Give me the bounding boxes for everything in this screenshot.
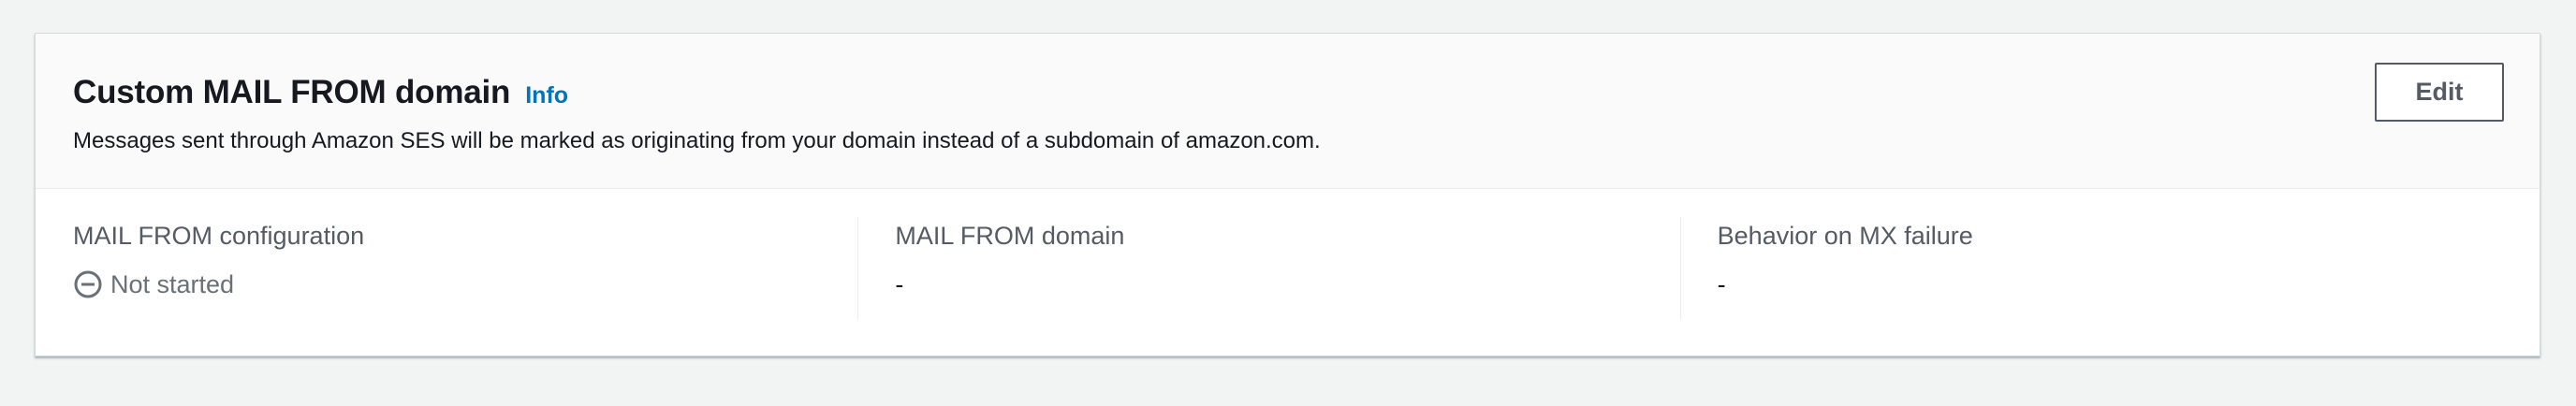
status-stopped-icon [74,270,102,298]
mail-from-panel: Custom MAIL FROM domain Info Messages se… [35,33,2540,356]
info-link[interactable]: Info [525,82,568,109]
title-row: Custom MAIL FROM domain Info [73,71,2502,114]
panel-description: Messages sent through Amazon SES will be… [73,128,1321,153]
field-value: Not started [73,268,820,301]
field-value: - [895,270,904,298]
panel-body: MAIL FROM configuration Not started MAIL… [36,189,2539,355]
field-mail-from-configuration: MAIL FROM configuration Not started [73,217,857,355]
field-label: MAIL FROM configuration [73,222,365,250]
field-label: Behavior on MX failure [1717,222,1973,250]
panel-header: Custom MAIL FROM domain Info Messages se… [36,34,2539,189]
edit-button[interactable]: Edit [2375,63,2504,122]
field-mail-from-domain: MAIL FROM domain - [857,217,1679,355]
status-text: Not started [110,270,235,298]
field-label: MAIL FROM domain [895,222,1125,250]
panel-title: Custom MAIL FROM domain [73,74,511,110]
field-value: - [1717,270,1726,298]
field-behavior-on-mx-failure: Behavior on MX failure - [1679,217,2502,355]
